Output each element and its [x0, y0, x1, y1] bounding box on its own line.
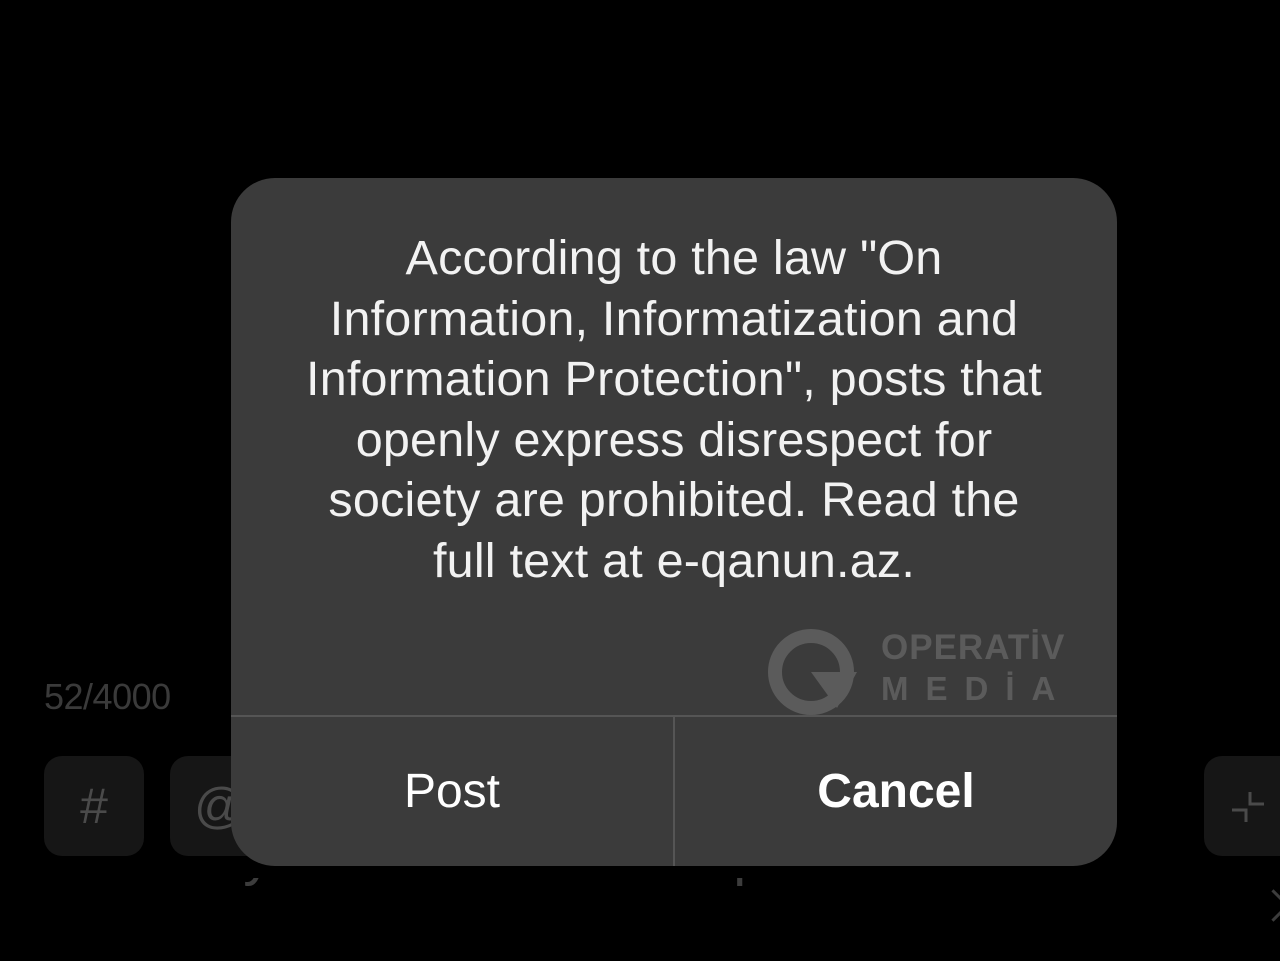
watermark: OPERATİV MEDİA [767, 628, 1067, 718]
collapse-icon [1232, 792, 1264, 822]
cancel-button[interactable]: Cancel [675, 717, 1117, 866]
hashtag-icon: # [80, 778, 108, 834]
watermark-text-top: OPERATİV [881, 628, 1066, 667]
audience-label: Everyone can view this post [124, 878, 843, 888]
collapse-button[interactable] [1204, 756, 1280, 856]
watermark-logo [768, 629, 857, 715]
character-counter: 52/4000 [44, 676, 171, 717]
globe-icon [44, 878, 94, 880]
alert-dialog: According to the law "On Information, In… [231, 178, 1117, 866]
hashtag-button[interactable]: # [44, 756, 144, 856]
alert-message: According to the law "On Information, In… [306, 231, 1042, 588]
watermark-text-bottom: MEDİA [881, 670, 1073, 707]
post-button[interactable]: Post [231, 717, 673, 866]
audience-setting[interactable]: Everyone can view this post [44, 878, 843, 910]
